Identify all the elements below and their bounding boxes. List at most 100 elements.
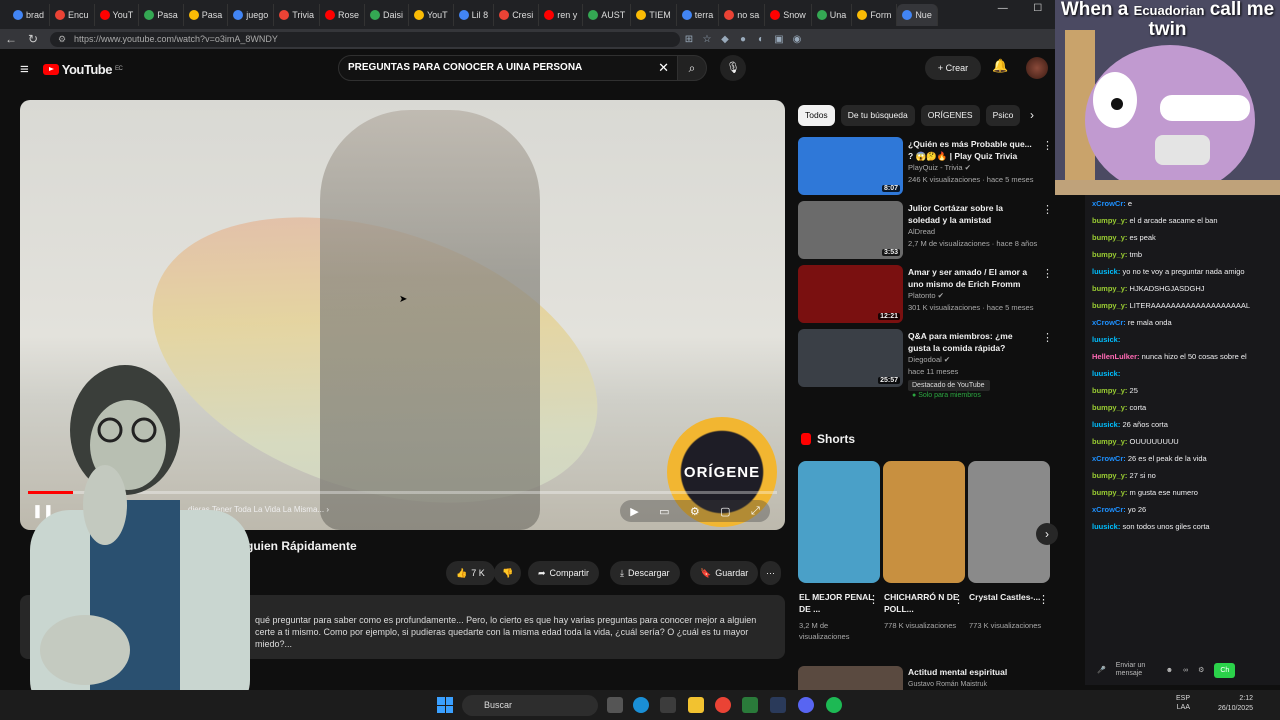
browser-tab[interactable]: Form xyxy=(852,3,898,26)
spotify-icon[interactable] xyxy=(826,697,842,713)
mic-icon[interactable]: 🎤 xyxy=(1097,666,1106,674)
dislike-button[interactable]: 👎 xyxy=(494,561,522,585)
recommendation-item[interactable]: 8:07 ¿Quién es más Probable que... ? 😱🤔🔥 … xyxy=(798,137,1053,197)
chat-username[interactable]: bumpy_y: xyxy=(1092,471,1127,480)
recommendation-title[interactable]: ¿Quién es más Probable que... ? 😱🤔🔥 | Pl… xyxy=(908,138,1036,162)
chat-username[interactable]: xCrowCr: xyxy=(1092,318,1126,327)
chrome-icon[interactable] xyxy=(715,697,731,713)
more-dots-icon[interactable]: ⋮ xyxy=(953,593,964,606)
recommendation-title[interactable]: Amar y ser amado / El amor a uno mismo d… xyxy=(908,266,1036,290)
short-thumbnail[interactable] xyxy=(883,461,965,583)
chat-username[interactable]: bumpy_y: xyxy=(1092,216,1127,225)
chat-input[interactable]: Enviar un mensaje xyxy=(1116,662,1156,678)
chevron-right-icon[interactable]: › xyxy=(1030,108,1034,122)
chat-username[interactable]: bumpy_y: xyxy=(1092,386,1127,395)
search-input[interactable]: PREGUNTAS PARA CONOCER A UINA PERSONA ✕ xyxy=(338,55,678,81)
chat-username[interactable]: xCrowCr: xyxy=(1092,505,1126,514)
chat-username[interactable]: bumpy_y: xyxy=(1092,250,1127,259)
chat-username[interactable]: luusick: xyxy=(1092,335,1120,344)
notifications-bell-icon[interactable]: 🔔 xyxy=(992,58,1008,74)
recommendation-thumbnail[interactable]: 25:57 xyxy=(798,329,903,387)
browser-tab[interactable]: Cresi xyxy=(494,3,540,26)
browser-tab[interactable]: Pasa xyxy=(184,3,229,26)
windows-start-icon[interactable] xyxy=(437,697,453,713)
recommendation-item[interactable]: 12:21 Amar y ser amado / El amor a uno mi… xyxy=(798,265,1053,325)
app-icon[interactable] xyxy=(742,697,758,713)
chat-username[interactable]: HellenLulker: xyxy=(1092,352,1140,361)
browser-tab[interactable]: Pasa xyxy=(139,3,184,26)
site-info-icon[interactable]: ⚙ xyxy=(58,32,66,47)
chat-username[interactable]: bumpy_y: xyxy=(1092,488,1127,497)
input-language[interactable]: ESP LAA xyxy=(1150,694,1190,712)
send-button[interactable]: Ch xyxy=(1214,662,1236,678)
browser-tab[interactable]: Nue xyxy=(897,3,938,26)
chat-username[interactable]: bumpy_y: xyxy=(1092,301,1127,310)
link-icon[interactable]: ∞ xyxy=(1183,667,1188,674)
short-title[interactable]: EL MEJOR PENAL DE ... xyxy=(799,591,874,615)
browser-tab[interactable]: Snow xyxy=(765,3,812,26)
profile-icon[interactable]: ◉ xyxy=(788,34,806,45)
short-title[interactable]: CHICHARRÓ N DE POLL... xyxy=(884,591,959,615)
more-dots-icon[interactable]: ⋮ xyxy=(868,593,879,606)
chat-username[interactable]: xCrowCr: xyxy=(1092,454,1126,463)
chat-username[interactable]: xCrowCr: xyxy=(1092,199,1126,208)
taskbar-search[interactable]: Buscar xyxy=(462,695,598,716)
fullscreen-icon[interactable]: ⤢ xyxy=(751,505,760,518)
chat-username[interactable]: bumpy_y: xyxy=(1092,233,1127,242)
maximize-icon[interactable]: ☐ xyxy=(1033,3,1042,23)
browser-tab[interactable]: no sa xyxy=(719,3,766,26)
download-button[interactable]: ⤓ Descargar xyxy=(610,561,680,585)
recommendation-thumbnail[interactable]: 3:53 xyxy=(798,201,903,259)
store-icon[interactable] xyxy=(660,697,676,713)
more-dots-icon[interactable]: ⋮ xyxy=(1042,203,1053,216)
extension-icon[interactable]: ◐ xyxy=(752,34,770,45)
browser-tab[interactable]: YouT xyxy=(95,3,140,26)
recommendation-title[interactable]: Julior Cortázar sobre la soledad y la am… xyxy=(908,202,1036,226)
browser-tab[interactable]: Rose xyxy=(320,3,365,26)
recommendation-thumbnail[interactable]: 8:07 xyxy=(798,137,903,195)
settings-gear-icon[interactable]: ⚙ xyxy=(690,505,700,518)
filter-chip[interactable]: De tu búsqueda xyxy=(840,105,915,126)
chat-username[interactable]: bumpy_y: xyxy=(1092,284,1127,293)
share-button[interactable]: ➦ Compartir xyxy=(528,561,600,585)
back-icon[interactable]: ← xyxy=(0,32,22,46)
bookmark-star-icon[interactable]: ☆ xyxy=(698,34,716,45)
shorts-next-button[interactable]: › xyxy=(1036,523,1058,545)
recommendation-item[interactable]: 3:53 Julior Cortázar sobre la soledad y l… xyxy=(798,201,1053,261)
recommendation-title[interactable]: Actitud mental espiritual xyxy=(908,667,1007,677)
edge-icon[interactable] xyxy=(633,697,649,713)
recommendation-thumbnail[interactable]: 12:21 xyxy=(798,265,903,323)
autoplay-toggle-icon[interactable]: ▶ xyxy=(630,505,638,518)
account-avatar[interactable] xyxy=(1026,57,1048,79)
discord-icon[interactable] xyxy=(798,697,814,713)
recommendation-thumbnail[interactable] xyxy=(798,666,903,690)
task-view-icon[interactable] xyxy=(607,697,623,713)
like-button[interactable]: 👍 7 K xyxy=(446,561,495,585)
youtube-logo[interactable]: YouTube EC xyxy=(42,62,123,77)
browser-tab[interactable]: Trivia xyxy=(274,3,320,26)
browser-tab[interactable]: terra xyxy=(677,3,720,26)
subtitles-icon[interactable]: ▭ xyxy=(659,505,669,518)
search-button[interactable]: ⌕ xyxy=(677,55,707,81)
settings-gear-icon[interactable]: ⚙ xyxy=(1198,666,1204,674)
browser-tab[interactable]: TIEM xyxy=(631,3,677,26)
minimize-icon[interactable]: — xyxy=(998,3,1008,23)
more-dots-icon[interactable]: ⋮ xyxy=(1042,331,1053,344)
browser-tab[interactable]: Daisi xyxy=(365,3,409,26)
short-thumbnail[interactable] xyxy=(798,461,880,583)
browser-tab[interactable]: Una xyxy=(812,3,853,26)
browser-tab[interactable]: Encu xyxy=(50,3,95,26)
more-dots-icon[interactable]: ⋮ xyxy=(1042,139,1053,152)
browser-tab[interactable]: juego xyxy=(228,3,275,26)
short-title[interactable]: Crystal Castles-... xyxy=(969,591,1044,603)
chat-username[interactable]: luusick: xyxy=(1092,369,1120,378)
short-thumbnail[interactable] xyxy=(968,461,1050,583)
filter-chip[interactable]: Todos xyxy=(798,105,835,126)
browser-tab[interactable]: ren y xyxy=(539,3,584,26)
extension-icon[interactable]: ⊞ xyxy=(680,34,698,45)
filter-chip[interactable]: Psico xyxy=(985,105,1021,126)
browser-tab[interactable]: brad xyxy=(8,3,51,26)
steam-icon[interactable] xyxy=(770,697,786,713)
clear-search-icon[interactable]: ✕ xyxy=(658,56,669,80)
reload-icon[interactable]: ↻ xyxy=(22,32,44,46)
